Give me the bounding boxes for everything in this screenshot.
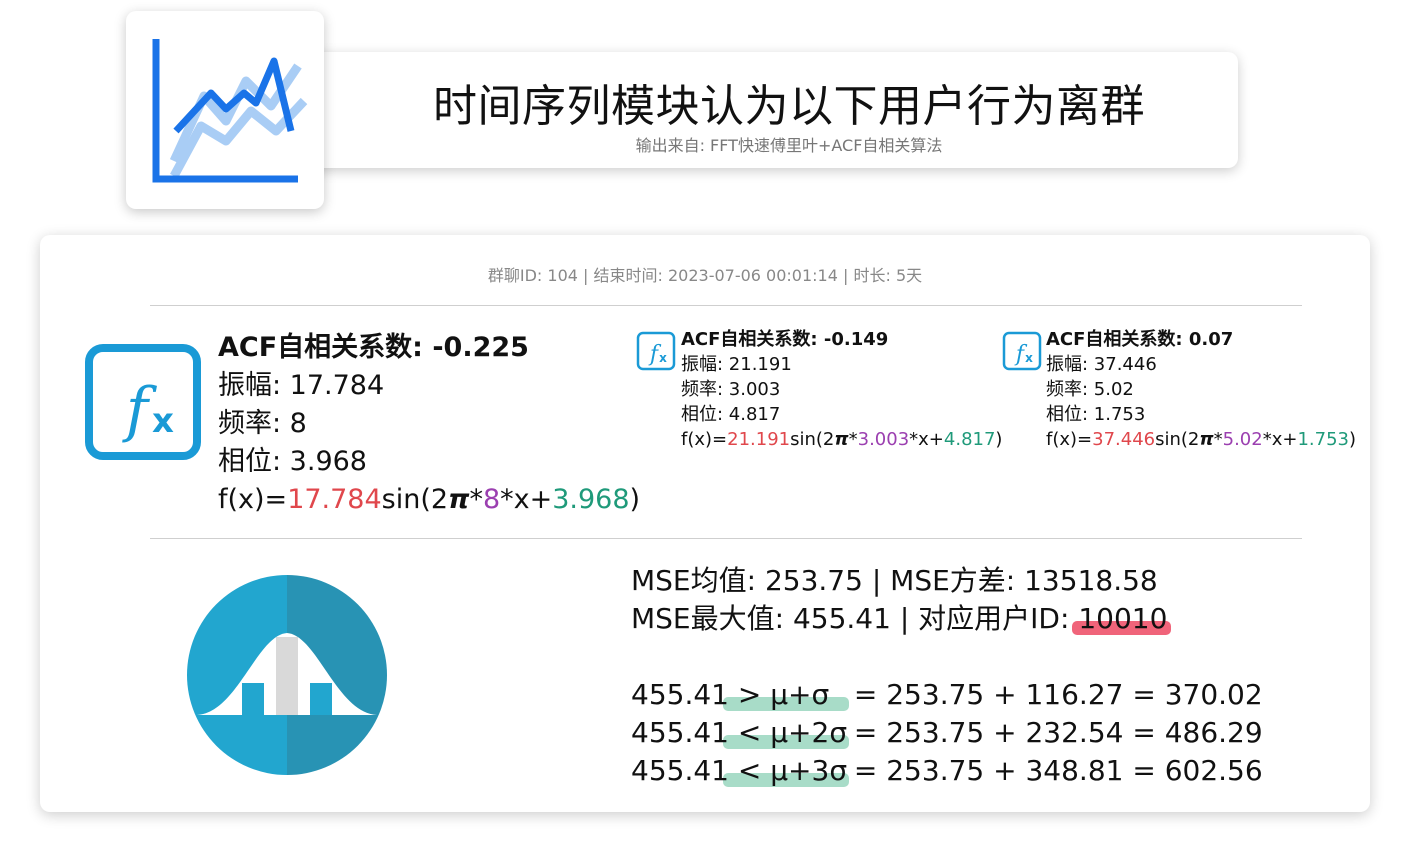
frequency-value: 频率: 3.003 xyxy=(681,379,781,400)
formula: f(x)=37.446sin(2π*5.02*x+1.753) xyxy=(1046,429,1356,450)
frequency-value: 频率: 5.02 xyxy=(1046,379,1134,400)
formula: f(x)=21.191sin(2π*3.003*x+4.817) xyxy=(681,429,1003,450)
amplitude-value: 振幅: 37.446 xyxy=(1046,354,1157,375)
amplitude-value: 振幅: 17.784 xyxy=(218,370,385,401)
chat-meta: 群聊ID: 104 | 结束时间: 2023-07-06 00:01:14 | … xyxy=(487,266,923,285)
divider xyxy=(150,305,1302,306)
page-title: 时间序列模块认为以下用户行为离群 xyxy=(433,81,1145,132)
mse-mean-variance: MSE均值: 253.75 | MSE方差: 13518.58 xyxy=(631,564,1158,597)
divider xyxy=(150,538,1302,539)
svg-text:x: x xyxy=(152,401,174,441)
amplitude-value: 振幅: 21.191 xyxy=(681,354,792,375)
mse-max-line: MSE最大值: 455.41 | 对应用户ID: 10010 xyxy=(631,600,1263,638)
fft-component-primary: ACF自相关系数: -0.225 振幅: 17.784 频率: 8 相位: 3.… xyxy=(218,329,640,519)
mse-stats: MSE均值: 253.75 | MSE方差: 13518.58 MSE最大值: … xyxy=(631,562,1263,790)
frequency-value: 频率: 8 xyxy=(218,408,307,439)
line-chart-icon xyxy=(152,39,308,183)
page-subtitle: 输出来自: FFT快速傅里叶+ACF自相关算法 xyxy=(635,136,943,155)
title-card: 时间序列模块认为以下用户行为离群 输出来自: FFT快速傅里叶+ACF自相关算法 xyxy=(300,52,1238,168)
fft-component-3: ACF自相关系数: 0.07 振幅: 37.446 频率: 5.02 相位: 1… xyxy=(1046,327,1356,452)
sigma-comparison-2: 455.41 < μ+2σ = 253.75 + 232.54 = 486.29 xyxy=(631,716,1263,749)
phase-value: 相位: 1.753 xyxy=(1046,404,1146,425)
svg-text:x: x xyxy=(1025,351,1033,365)
formula: f(x)=17.784sin(2π*8*x+3.968) xyxy=(218,484,641,515)
result-card: 群聊ID: 104 | 结束时间: 2023-07-06 00:01:14 | … xyxy=(40,235,1370,812)
acf-value: ACF自相关系数: 0.07 xyxy=(1046,329,1234,350)
sigma-comparison-3: 455.41 < μ+3σ = 253.75 + 348.81 = 602.56 xyxy=(631,754,1263,787)
acf-value: ACF自相关系数: -0.225 xyxy=(218,332,529,363)
fft-component-2: ACF自相关系数: -0.149 振幅: 21.191 频率: 3.003 相位… xyxy=(681,327,1002,452)
acf-value: ACF自相关系数: -0.149 xyxy=(681,329,889,350)
normal-distribution-icon xyxy=(187,575,387,775)
function-fx-icon: f x xyxy=(1002,331,1042,371)
logo-card xyxy=(126,11,324,209)
phase-value: 相位: 4.817 xyxy=(681,404,781,425)
function-fx-icon: f x xyxy=(85,344,201,460)
phase-value: 相位: 3.968 xyxy=(218,446,367,477)
outlier-user-id: 10010 xyxy=(1072,600,1172,638)
sigma-comparison-1: 455.41 > μ+σ = 253.75 + 116.27 = 370.02 xyxy=(631,678,1263,711)
svg-text:x: x xyxy=(659,351,667,365)
function-fx-icon: f x xyxy=(636,331,676,371)
